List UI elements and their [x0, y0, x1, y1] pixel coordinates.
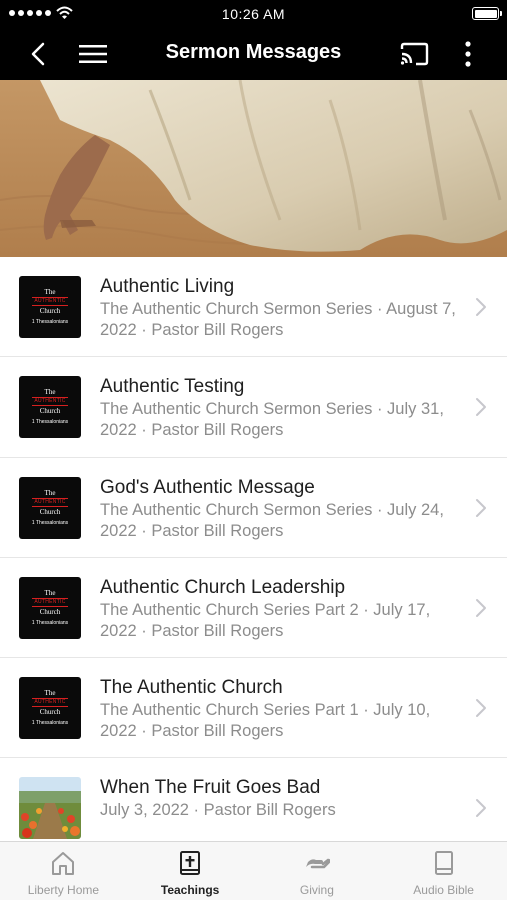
- sermon-thumbnail: The AUTHENTIC Church 1 Thessalonians: [19, 276, 81, 338]
- status-time: 10:26 AM: [221, 6, 286, 22]
- sermon-subtitle: The Authentic Church Series Part 2 · Jul…: [100, 600, 431, 640]
- more-vertical-icon: [465, 40, 471, 67]
- sermon-row[interactable]: The AUTHENTIC Church 1 Thessalonians Authent…: [0, 357, 507, 458]
- tab-audio-bible[interactable]: Audio Bible: [380, 842, 507, 900]
- book-icon: [434, 851, 453, 875]
- tab-label: Teachings: [160, 883, 220, 897]
- sermon-title: Authentic Living: [100, 276, 235, 297]
- more-options-button[interactable]: [446, 27, 490, 80]
- hero-image: [0, 80, 507, 257]
- chevron-right-icon: [476, 799, 486, 818]
- tab-label: Audio Bible: [413, 883, 474, 897]
- sermon-text: When The Fruit Goes Bad July 3, 2022 · Pa…: [100, 776, 459, 821]
- tab-label: Giving: [299, 883, 334, 897]
- sermon-title: The Authentic Church: [100, 677, 283, 699]
- status-bar: 10:26 AM: [0, 0, 507, 27]
- sermon-text: The Authentic Church The Authentic Church…: [100, 676, 459, 742]
- battery-icon: [472, 7, 502, 20]
- sermon-text: Authentic Testing The Authentic Church Se…: [100, 375, 459, 441]
- giving-hand-icon: [305, 858, 330, 869]
- cast-icon: [400, 42, 429, 65]
- sermon-title: Authentic Testing: [100, 376, 245, 398]
- chevron-right-icon: [476, 598, 486, 617]
- cast-button[interactable]: [392, 27, 436, 80]
- sermon-row[interactable]: The AUTHENTIC Church 1 Thessalonians The Aut…: [0, 658, 507, 759]
- tab-teachings[interactable]: Teachings: [127, 842, 254, 900]
- chevron-right-icon: [476, 398, 486, 417]
- sermon-row[interactable]: The AUTHENTIC Church 1 Thessalonians God's A…: [0, 457, 507, 558]
- navigation-bar: Sermon Messages: [0, 27, 507, 80]
- chevron-right-icon: [476, 699, 486, 718]
- sermon-row[interactable]: When The Fruit Goes Bad July 3, 2022 · Pa…: [0, 758, 507, 841]
- sermon-text: God's Authentic Message The Authentic Chu…: [100, 476, 459, 542]
- tab-giving[interactable]: Giving: [254, 842, 381, 900]
- tab-liberty-home[interactable]: Liberty Home: [0, 842, 127, 900]
- sermon-subtitle: The Authentic Church Sermon Series · Jul…: [100, 500, 444, 540]
- sermon-thumbnail: [19, 777, 81, 840]
- sermon-row[interactable]: The AUTHENTIC Church 1 Thessalonians Authent…: [0, 257, 507, 358]
- sermon-title: Authentic Church Leadership: [100, 576, 346, 598]
- sermon-row[interactable]: The AUTHENTIC Church 1 Thessalonians Authent…: [0, 557, 507, 659]
- sermon-subtitle: The Authentic Church Sermon Series · Aug…: [100, 300, 456, 339]
- sermon-title: God's Authentic Message: [100, 476, 315, 498]
- sermon-thumbnail: The AUTHENTIC Church 1 Thessalonians: [19, 576, 81, 639]
- sermon-text: Authentic Church Leadership The Authentic…: [100, 576, 459, 642]
- sermon-thumbnail: The AUTHENTIC Church 1 Thessalonians: [19, 376, 81, 439]
- chevron-right-icon: [476, 298, 486, 316]
- sermon-thumbnail: The AUTHENTIC Church 1 Thessalonians: [19, 476, 81, 539]
- sermon-text: Authentic Living The Authentic Church Ser…: [100, 275, 459, 341]
- sermon-thumbnail: The AUTHENTIC Church 1 Thessalonians: [19, 677, 81, 740]
- home-icon: [52, 852, 75, 875]
- tab-bar: Liberty Home Teachings Giving Audio Bibl…: [0, 841, 507, 900]
- bible-icon: [180, 851, 201, 875]
- chevron-right-icon: [476, 498, 486, 517]
- sermon-subtitle: July 3, 2022 · Pastor Bill Rogers: [100, 801, 336, 820]
- sermon-title: When The Fruit Goes Bad: [100, 777, 321, 799]
- sermon-subtitle: The Authentic Church Sermon Series · Jul…: [100, 400, 444, 440]
- sermon-subtitle: The Authentic Church Series Part 1 · Jul…: [100, 701, 431, 741]
- tab-label: Liberty Home: [27, 883, 100, 897]
- sermon-list: The AUTHENTIC Church 1 Thessalonians Authent…: [0, 257, 507, 841]
